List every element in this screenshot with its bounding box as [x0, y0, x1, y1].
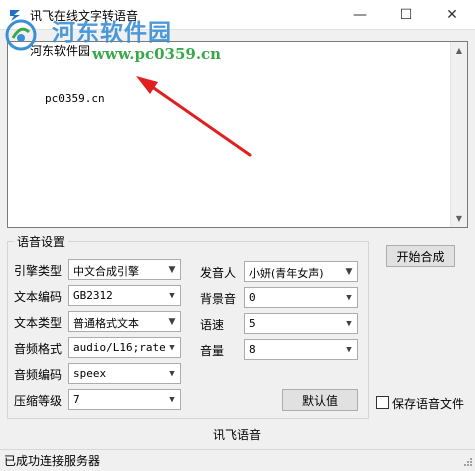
background-sound-value: 0 — [249, 291, 256, 304]
save-audio-label[interactable]: 保存语音文件 — [392, 395, 464, 412]
speed-value: 5 — [249, 317, 256, 330]
save-audio-checkbox[interactable] — [376, 396, 389, 409]
close-button[interactable]: ✕ — [429, 0, 475, 30]
text-input-area[interactable] — [7, 41, 468, 228]
audio-format-value: audio/L16;rate= — [73, 341, 165, 354]
text-encoding-value: GB2312 — [73, 289, 113, 302]
speed-select[interactable]: 5 ▼ — [244, 313, 358, 334]
chevron-down-icon: ▼ — [168, 264, 176, 275]
engine-type-value: 中文合成引擎 — [73, 265, 139, 278]
audio-codec-select[interactable]: speex ▼ — [68, 363, 181, 384]
audio-format-select[interactable]: audio/L16;rate= ▼ — [68, 337, 181, 358]
chevron-down-icon: ▼ — [345, 266, 353, 277]
speaker-select[interactable]: 小妍(青年女声) ▼ — [244, 261, 358, 282]
default-values-button[interactable]: 默认值 — [282, 389, 358, 411]
volume-select[interactable]: 8 ▼ — [244, 339, 358, 360]
chevron-down-icon: ▼ — [346, 344, 352, 355]
watermark-url: www.pc0359.cn — [92, 45, 222, 63]
speed-label: 语速 — [200, 318, 225, 332]
resize-grip-icon[interactable] — [461, 457, 473, 469]
chevron-down-icon: ▼ — [169, 368, 175, 379]
scroll-up-icon[interactable]: ▲ — [451, 42, 467, 59]
text-line-2: pc0359.cn — [45, 92, 105, 105]
text-type-value: 普通格式文本 — [73, 317, 139, 330]
voice-settings-title: 语音设置 — [14, 233, 69, 250]
text-type-select[interactable]: 普通格式文本 ▼ — [68, 311, 181, 332]
text-type-label: 文本类型 — [14, 316, 63, 330]
audio-codec-label: 音频编码 — [14, 368, 63, 382]
chevron-down-icon: ▼ — [169, 342, 175, 353]
scroll-down-icon[interactable]: ▼ — [451, 210, 467, 227]
chevron-down-icon: ▼ — [346, 318, 352, 329]
status-text: 已成功连接服务器 — [4, 454, 101, 468]
audio-codec-value: speex — [73, 367, 107, 380]
chevron-down-icon: ▼ — [169, 290, 175, 301]
watermark-logo-icon — [5, 19, 37, 51]
background-sound-select[interactable]: 0 ▼ — [244, 287, 358, 308]
background-sound-label: 背景音 — [200, 292, 237, 306]
text-vertical-scrollbar[interactable]: ▲ ▼ — [450, 42, 467, 227]
speaker-label: 发音人 — [200, 266, 237, 280]
compression-level-label: 压缩等级 — [14, 394, 63, 408]
minimize-button[interactable]: — — [337, 0, 383, 30]
volume-value: 8 — [249, 343, 256, 356]
text-encoding-label: 文本编码 — [14, 290, 63, 304]
volume-label: 音量 — [200, 344, 225, 358]
engine-type-select[interactable]: 中文合成引擎 ▼ — [68, 259, 181, 280]
brand-label: 讯飞语音 — [213, 428, 262, 442]
maximize-button[interactable]: ☐ — [383, 0, 429, 30]
audio-format-label: 音频格式 — [14, 342, 63, 356]
chevron-down-icon: ▼ — [169, 394, 175, 405]
text-encoding-select[interactable]: GB2312 ▼ — [68, 285, 181, 306]
engine-type-label: 引擎类型 — [14, 264, 63, 278]
chevron-down-icon: ▼ — [168, 316, 176, 327]
compression-level-value: 7 — [73, 393, 80, 406]
start-synthesis-button[interactable]: 开始合成 — [386, 245, 455, 267]
watermark-site-name: 河东软件园 — [52, 19, 172, 46]
speaker-value: 小妍(青年女声) — [249, 267, 324, 280]
compression-level-select[interactable]: 7 ▼ — [68, 389, 181, 410]
chevron-down-icon: ▼ — [346, 292, 352, 303]
